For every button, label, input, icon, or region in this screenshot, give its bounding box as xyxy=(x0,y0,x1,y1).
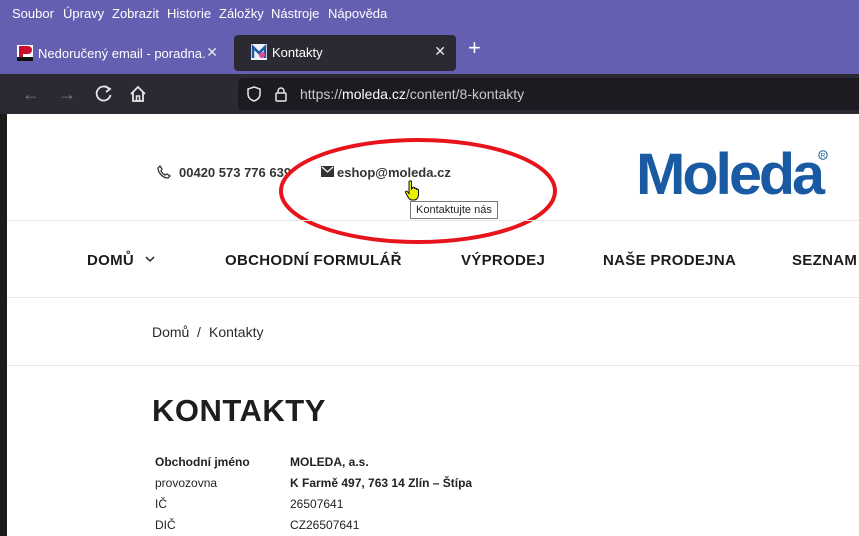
moleda-favicon-icon xyxy=(251,44,267,60)
url-text: https://moleda.cz/content/8-kontakty xyxy=(300,86,524,102)
page-title: KONTAKTY xyxy=(152,393,326,428)
detail-label: Obchodní jméno xyxy=(155,455,250,469)
close-tab-icon[interactable]: ✕ xyxy=(206,44,218,61)
logo-text: Moleda xyxy=(636,144,826,200)
moleda-logo[interactable]: Moleda R xyxy=(636,144,836,200)
menu-zalozky[interactable]: Záložky xyxy=(219,6,264,21)
menu-zobrazit[interactable]: Zobrazit xyxy=(112,6,159,21)
menu-nastroje[interactable]: Nástroje xyxy=(271,6,319,21)
nav-order-form[interactable]: OBCHODNÍ FORMULÁŘ xyxy=(225,252,402,269)
tooltip: Kontaktujte nás xyxy=(410,201,498,219)
phone-icon xyxy=(157,164,172,179)
nav-sale[interactable]: VÝPRODEJ xyxy=(461,252,545,269)
poradna-favicon-icon xyxy=(17,45,33,61)
home-icon[interactable] xyxy=(127,83,149,105)
close-tab-icon[interactable]: ✕ xyxy=(434,43,446,60)
detail-label: provozovna xyxy=(155,476,218,490)
divider xyxy=(7,220,859,221)
tab-kontakty[interactable]: Kontakty ✕ xyxy=(234,35,456,71)
breadcrumb-separator: / xyxy=(197,324,201,340)
detail-value: 26507641 xyxy=(290,497,344,511)
url-prefix: https:// xyxy=(300,86,343,102)
url-bar[interactable]: https://moleda.cz/content/8-kontakty xyxy=(238,78,859,110)
url-host: moleda.cz xyxy=(342,86,406,102)
breadcrumb-current: Kontakty xyxy=(209,324,264,340)
menu-historie[interactable]: Historie xyxy=(167,6,211,21)
divider xyxy=(7,365,859,366)
menu-upravy[interactable]: Úpravy xyxy=(63,6,104,21)
shield-icon[interactable] xyxy=(246,86,262,102)
nav-list[interactable]: SEZNAM xyxy=(792,252,857,269)
breadcrumb-home[interactable]: Domů xyxy=(152,324,189,340)
detail-value: MOLEDA, a.s. xyxy=(290,455,369,469)
back-icon[interactable]: ← xyxy=(20,83,42,105)
chevron-down-icon[interactable] xyxy=(145,255,155,263)
detail-label: IČ xyxy=(155,497,167,511)
menu-napoveda[interactable]: Nápověda xyxy=(328,6,387,21)
nav-our-store[interactable]: NAŠE PRODEJNA xyxy=(603,252,736,269)
reload-icon[interactable] xyxy=(93,83,115,105)
window-edge xyxy=(0,114,7,536)
tab-title: Nedoručený email - poradna.ne xyxy=(38,46,206,61)
detail-value: CZ26507641 xyxy=(290,518,360,532)
nav-home[interactable]: DOMŮ xyxy=(87,252,134,269)
forward-icon[interactable]: → xyxy=(56,83,78,105)
menu-soubor[interactable]: Soubor xyxy=(12,6,54,21)
detail-value: K Farmě 497, 763 14 Zlín – Štípa xyxy=(290,476,473,490)
divider xyxy=(7,297,859,298)
nav-bar: ← → https://moleda.cz/content/8-kontakty xyxy=(0,74,859,114)
new-tab-icon[interactable]: + xyxy=(468,37,481,59)
registered-mark: R xyxy=(821,153,826,160)
tab-poradna[interactable]: Nedoručený email - poradna.ne ✕ xyxy=(0,36,228,70)
tab-title: Kontakty xyxy=(272,45,323,60)
detail-label: DIČ xyxy=(155,518,176,532)
hand-cursor-icon xyxy=(404,180,419,201)
header-phone[interactable]: 00420 573 776 639 xyxy=(179,165,291,180)
url-path: /content/8-kontakty xyxy=(405,86,525,102)
tab-strip: Nedoručený email - poradna.ne ✕ Kontakty… xyxy=(0,29,859,74)
lock-icon[interactable] xyxy=(274,86,288,102)
menu-bar: Soubor Úpravy Zobrazit Historie Záložky … xyxy=(0,0,859,29)
